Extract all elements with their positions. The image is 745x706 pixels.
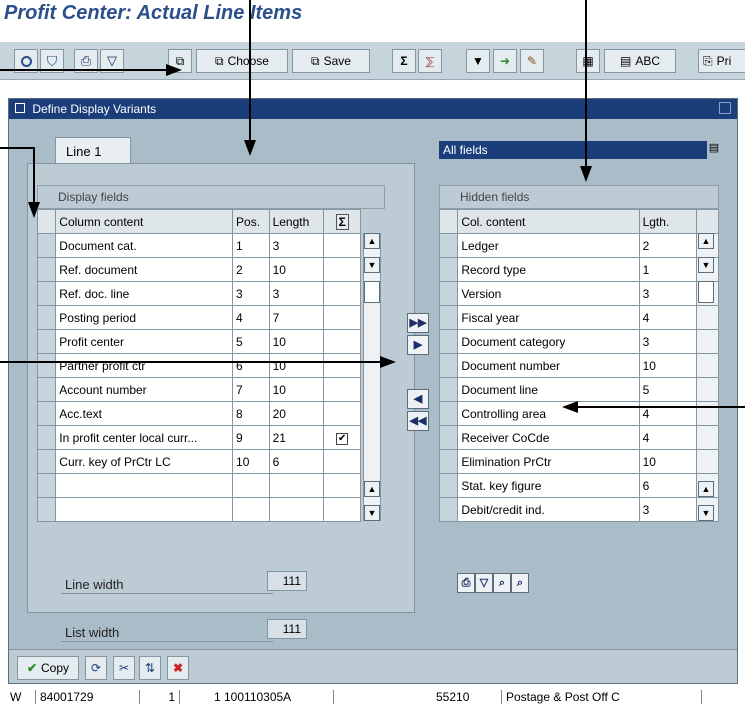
annotation-arrows (0, 0, 745, 413)
arrowhead (166, 64, 182, 76)
arrowhead (380, 356, 396, 368)
arrowhead (562, 401, 578, 413)
arrow-line (0, 147, 35, 206)
arrowhead (28, 202, 40, 218)
arrowhead (580, 166, 592, 182)
arrowhead (244, 140, 256, 156)
